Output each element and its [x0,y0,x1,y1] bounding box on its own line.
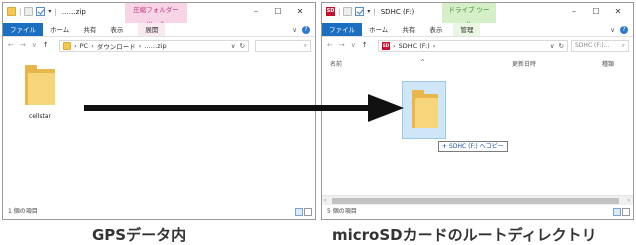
window-controls: – ☐ ✕ [563,6,629,18]
tab-share[interactable]: 共有 [76,23,103,36]
folder-icon [415,98,438,128]
back-icon[interactable]: ← [8,41,14,49]
horizontal-scrollbar[interactable]: ‹ › [322,195,633,205]
tab-home[interactable]: ホーム [362,23,395,36]
back-icon[interactable]: ← [327,41,333,49]
search-icon: ⌕ [621,42,625,49]
close-button[interactable]: ✕ [289,6,311,18]
title-bar: | ▾ | ……zip 圧縮フォルダー ツール – ☐ ✕ [3,3,315,28]
search-input[interactable]: SDHC (F:)... ⌕ [571,40,629,52]
properties-icon[interactable] [24,7,34,16]
maximize-button[interactable]: ☐ [585,6,607,18]
item-count: 1 個の項目 [8,208,38,215]
context-tab-drive-tools[interactable]: ドライブ ツール [442,3,496,28]
sd-card-icon: SD [382,42,390,50]
drag-preview [402,81,446,139]
folder-icon [7,7,16,16]
tab-view[interactable]: 表示 [103,23,130,36]
status-bar: 1 個の項目 [3,205,315,219]
large-icons-view-icon[interactable] [304,208,312,216]
breadcrumb-pc[interactable]: PC [80,42,88,50]
recent-chevron-icon[interactable]: ∨ [351,41,356,49]
ribbon-tabs: ファイル ホーム 共有 表示 管理 ∨ ? [322,23,633,37]
column-header-modified[interactable]: 更新日時 [512,59,536,68]
forward-icon[interactable]: → [20,41,26,49]
quick-access-toolbar: SD | ▾ | SDHC (F:) [326,7,415,16]
address-dropdown-icon[interactable]: ∨ [231,42,236,50]
search-input[interactable]: ⌕ [255,40,311,52]
tab-manage[interactable]: 管理 [453,23,481,36]
caption-left: GPSデータ内 [92,226,187,244]
chevron-down-icon[interactable]: ▾ [48,8,51,15]
sd-card-icon: SD [326,7,335,16]
explorer-window-sdhc: SD | ▾ | SDHC (F:) ドライブ ツール – ☐ ✕ ファイル ホ… [321,2,634,220]
column-header-type[interactable]: 種類 [602,59,614,68]
close-button[interactable]: ✕ [607,6,629,18]
up-icon[interactable]: ↑ [362,41,368,49]
address-path[interactable]: › PC › ダウンロード › ……zip ∨ ↻ [59,40,249,52]
tab-view[interactable]: 表示 [422,23,449,36]
context-tab-compressed-folder-tools[interactable]: 圧縮フォルダー ツール [125,3,187,28]
file-list-area: 名前 ^ 更新日時 種類 + SDHC (F:) へコピー [322,55,633,205]
caption-right: microSDカードのルートディレクトリ [332,226,597,244]
folder-icon [63,42,71,50]
chevron-down-icon[interactable]: ▾ [367,8,370,15]
tab-extract[interactable]: 展開 [138,23,166,36]
tab-file[interactable]: ファイル [3,23,43,36]
refresh-icon[interactable]: ↻ [559,42,564,50]
column-header-name[interactable]: 名前 [330,59,342,68]
folder-item-cellstar[interactable] [25,65,55,105]
details-view-icon[interactable] [295,208,303,216]
large-icons-view-icon[interactable] [622,208,630,216]
folder-icon [28,73,55,105]
folder-label: cellstar [29,113,51,120]
forward-icon[interactable]: → [339,41,345,49]
window-controls: – ☐ ✕ [245,6,311,18]
details-view-icon[interactable] [613,208,621,216]
quick-access-toolbar: | ▾ | ……zip [7,7,86,16]
help-icon[interactable]: ? [302,25,310,34]
chevron-down-icon[interactable]: ∨ [610,26,615,34]
minimize-button[interactable]: – [245,6,267,18]
item-count: 5 個の項目 [327,208,357,215]
copy-tooltip: + SDHC (F:) へコピー [438,141,508,152]
minimize-button[interactable]: – [563,6,585,18]
maximize-button[interactable]: ☐ [267,6,289,18]
plus-icon: + [442,143,448,150]
refresh-icon[interactable]: ↻ [240,42,245,50]
checkbox-icon[interactable] [36,7,46,16]
status-bar: 5 個の項目 [322,205,633,219]
tab-share[interactable]: 共有 [395,23,422,36]
address-dropdown-icon[interactable]: ∨ [550,42,555,50]
window-title: ……zip [61,7,86,16]
search-icon: ⌕ [303,42,307,49]
help-icon[interactable]: ? [620,25,628,34]
recent-chevron-icon[interactable]: ∨ [32,41,37,49]
chevron-down-icon[interactable]: ∨ [292,26,297,34]
properties-icon[interactable] [343,7,353,16]
address-path[interactable]: SD › SDHC (F:) › ∨ ↻ [378,40,568,52]
ribbon-tabs: ファイル ホーム 共有 表示 展開 ∨ ? [3,23,315,37]
checkbox-icon[interactable] [355,7,365,16]
address-bar-row: ← → ∨ ↑ › PC › ダウンロード › ……zip ∨ ↻ ⌕ [3,38,315,54]
breadcrumb-sdhc[interactable]: SDHC (F:) [399,42,430,50]
window-title: SDHC (F:) [380,7,415,16]
sort-caret-icon: ^ [420,59,426,66]
tab-home[interactable]: ホーム [43,23,76,36]
breadcrumb-zip[interactable]: ……zip [144,42,166,50]
breadcrumb-downloads[interactable]: ダウンロード [97,41,136,51]
address-bar-row: ← → ∨ ↑ SD › SDHC (F:) › ∨ ↻ SDHC (F:)..… [322,38,633,54]
up-icon[interactable]: ↑ [43,41,49,49]
title-bar: SD | ▾ | SDHC (F:) ドライブ ツール – ☐ ✕ [322,3,633,28]
scroll-thumb[interactable] [332,198,619,204]
file-list-area: cellstar [3,55,315,205]
explorer-window-zip: | ▾ | ……zip 圧縮フォルダー ツール – ☐ ✕ ファイル ホーム 共… [2,2,316,220]
tab-file[interactable]: ファイル [322,23,362,36]
